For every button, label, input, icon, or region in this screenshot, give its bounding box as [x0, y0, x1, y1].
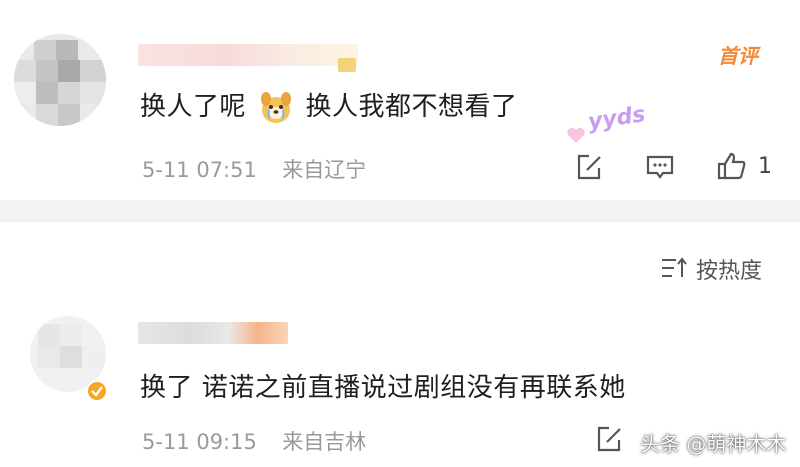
comments-screen: 首评 换人了呢 换人我都不想看了 yyds 5-11 07:51 来自辽宁 1 … — [0, 0, 800, 467]
verified-badge-icon — [86, 380, 108, 402]
heart-sticker-icon — [567, 127, 585, 143]
comment-date: 5-11 09:15 — [142, 430, 257, 454]
watermark-text: 头条 @萌神木木 — [640, 432, 787, 456]
avatar[interactable] — [14, 34, 106, 126]
first-comment-badge: 首评 — [718, 44, 758, 68]
section-divider — [0, 200, 800, 222]
like-count: 1 — [758, 154, 772, 179]
dog-cry-emoji-icon — [260, 91, 291, 123]
share-icon[interactable] — [594, 424, 624, 454]
username-blurred[interactable] — [138, 44, 358, 66]
comment-location: 来自吉林 — [282, 430, 367, 454]
comment-icon[interactable] — [644, 152, 676, 182]
comment-text: 换了 诺诺之前直播说过剧组没有再联系她 — [140, 373, 626, 403]
comment-date: 5-11 07:51 — [142, 158, 257, 182]
share-icon[interactable] — [574, 152, 604, 182]
avatar-mosaic — [14, 34, 106, 126]
comment-text-part1: 换人了呢 — [140, 92, 247, 122]
comment-meta: 5-11 09:15 来自吉林 — [142, 426, 366, 456]
username-blurred[interactable] — [138, 322, 288, 344]
like-icon[interactable] — [716, 150, 748, 182]
comment-meta: 5-11 07:51 来自辽宁 — [142, 154, 366, 184]
comment-text: 换人了呢 换人我都不想看了 — [140, 86, 518, 125]
sort-icon[interactable] — [660, 256, 688, 280]
sort-label[interactable]: 按热度 — [696, 253, 762, 285]
user-level-badge — [338, 58, 356, 72]
comment-location: 来自辽宁 — [282, 158, 367, 182]
yyds-sticker: yyds — [586, 102, 647, 135]
comment-text-part2: 换人我都不想看了 — [305, 92, 518, 122]
